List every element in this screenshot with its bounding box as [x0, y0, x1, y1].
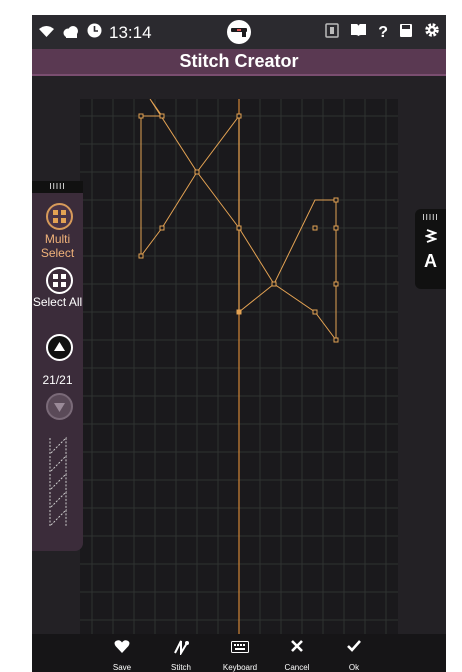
cancel-button[interactable]: Cancel: [267, 639, 327, 672]
gear-icon[interactable]: [424, 22, 440, 43]
text-letter-button[interactable]: A: [415, 251, 446, 272]
ok-label: Ok: [348, 663, 360, 672]
zigzag-icon: [423, 229, 438, 243]
help-icon[interactable]: ?: [378, 24, 388, 42]
stitch-preview-icon[interactable]: [47, 436, 69, 541]
multi-select-icon: [53, 210, 66, 223]
clock-time: 13:14: [109, 23, 152, 42]
sewing-machine-status-icon[interactable]: [227, 20, 251, 44]
heart-icon: [92, 639, 152, 659]
keyboard-button[interactable]: Keyboard: [210, 639, 270, 672]
panel-drag-handle[interactable]: IIIII: [32, 181, 83, 193]
status-bar: 13:14 ?: [32, 15, 446, 49]
wifi-icon: [38, 23, 55, 43]
multi-select-button[interactable]: [46, 203, 73, 230]
stitch-icon: [151, 639, 211, 659]
stitch-counter: 21/21: [42, 373, 73, 387]
cloud-icon: [62, 23, 80, 43]
triangle-up-icon: [54, 342, 65, 351]
left-tool-panel: IIIII Multi Select Select All 21/21: [32, 181, 83, 551]
save-label: Save: [112, 663, 132, 672]
ok-button[interactable]: Ok: [324, 639, 384, 672]
right-tool-panel: IIIII A: [415, 209, 446, 289]
select-all-button[interactable]: [46, 267, 73, 294]
save-button[interactable]: Save: [92, 639, 152, 672]
device-screen: 13:14 ? Stitch Creator IIIII Multi Selec…: [32, 15, 446, 672]
zigzag-stitch-button[interactable]: [415, 228, 446, 249]
status-left: 13:14: [38, 23, 152, 43]
checkmark-icon: [324, 639, 384, 659]
page-title: Stitch Creator: [32, 49, 446, 76]
keyboard-icon: [210, 639, 270, 659]
multi-select-label: Multi Select: [40, 232, 75, 260]
close-icon: [267, 639, 327, 659]
right-panel-handle[interactable]: IIIII: [415, 213, 446, 222]
keyboard-label: Keyboard: [222, 663, 258, 672]
book-icon[interactable]: [350, 23, 367, 42]
clock-icon: [87, 23, 102, 43]
stitch-button[interactable]: Stitch: [151, 639, 211, 672]
save-icon[interactable]: [399, 23, 413, 43]
stitch-grid[interactable]: [80, 98, 398, 634]
cancel-label: Cancel: [284, 663, 310, 672]
stitch-label: Stitch: [170, 663, 191, 672]
sewing-machine-icon[interactable]: [325, 22, 339, 43]
triangle-down-icon: [54, 403, 65, 412]
work-area: IIIII Multi Select Select All 21/21 IIII…: [32, 76, 446, 634]
select-all-label: Select All: [32, 295, 83, 309]
step-down-button[interactable]: [46, 393, 73, 420]
step-up-button[interactable]: [46, 334, 73, 361]
select-all-icon: [53, 274, 66, 287]
stitch-path: [140, 98, 337, 342]
bottom-toolbar: Save Stitch Keyboard Cancel Ok: [32, 634, 446, 672]
status-right: ?: [325, 22, 440, 43]
